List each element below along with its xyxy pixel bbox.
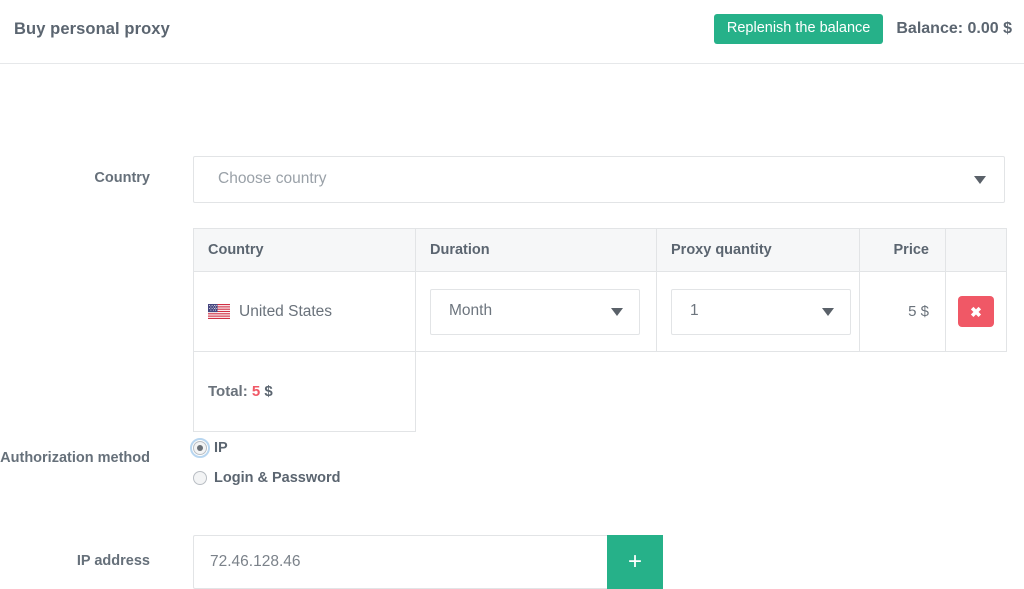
- total-spacer: [657, 352, 860, 432]
- table-header-row: Country Duration Proxy quantity Price: [193, 228, 1007, 272]
- cell-quantity: 1: [656, 271, 860, 352]
- radio-option-ip[interactable]: IP: [190, 438, 341, 458]
- total-currency: $: [264, 383, 273, 400]
- table-header-quantity: Proxy quantity: [656, 228, 860, 272]
- cell-price: 5 $: [859, 271, 946, 352]
- total-cell: Total: 5 $: [193, 351, 416, 432]
- ip-address-input[interactable]: [193, 535, 607, 589]
- radio-option-login-password[interactable]: Login & Password: [193, 470, 341, 486]
- chevron-down-icon: [822, 307, 834, 316]
- authorization-method-group: IP Login & Password: [190, 438, 341, 500]
- radio-ip-label: IP: [214, 440, 228, 456]
- country-select-placeholder: Choose country: [218, 170, 327, 187]
- cell-action: ✖: [945, 271, 1007, 352]
- radio-login-password-label: Login & Password: [214, 470, 341, 486]
- table-total-row: Total: 5 $: [193, 351, 1007, 432]
- cell-duration: Month: [415, 271, 657, 352]
- balance-display: Balance: 0.00 $: [896, 19, 1012, 37]
- ip-address-field-group: +: [193, 535, 663, 589]
- page-header: Buy personal proxy Replenish the balance…: [0, 0, 1024, 64]
- add-ip-button[interactable]: +: [607, 535, 663, 589]
- cell-country: United States: [193, 271, 416, 352]
- authorization-method-row-label: Authorization method: [0, 450, 150, 466]
- radio-login-password-icon[interactable]: [193, 471, 207, 485]
- radio-ip-icon[interactable]: [190, 438, 210, 458]
- quantity-select[interactable]: 1: [671, 288, 851, 335]
- chevron-down-icon: [611, 307, 623, 316]
- delete-row-button[interactable]: ✖: [958, 296, 994, 327]
- ip-address-row-label: IP address: [76, 553, 150, 569]
- country-select[interactable]: Choose country: [193, 156, 1005, 203]
- quantity-value: 1: [690, 301, 699, 319]
- replenish-balance-button[interactable]: Replenish the balance: [713, 14, 884, 44]
- header-actions: Replenish the balance Balance: 0.00 $: [713, 14, 1012, 44]
- total-label: Total:: [208, 383, 248, 400]
- total-spacer: [416, 352, 657, 432]
- total-spacer: [860, 352, 946, 432]
- table-header-price: Price: [859, 228, 946, 272]
- proxy-order-table: Country Duration Proxy quantity Price Un…: [193, 228, 1007, 432]
- total-spacer: [946, 352, 1007, 432]
- page-title: Buy personal proxy: [14, 20, 170, 38]
- table-header-duration: Duration: [415, 228, 657, 272]
- total-amount: 5: [251, 383, 261, 400]
- us-flag-icon: [208, 304, 230, 319]
- chevron-down-icon: [974, 176, 986, 184]
- duration-select[interactable]: Month: [430, 288, 640, 335]
- table-header-country: Country: [193, 228, 416, 272]
- country-row-label: Country: [94, 170, 150, 186]
- country-name: United States: [239, 302, 333, 320]
- table-header-action: [945, 228, 1007, 272]
- duration-value: Month: [449, 301, 493, 319]
- table-row: United States Month 1 5 $ ✖: [193, 271, 1007, 352]
